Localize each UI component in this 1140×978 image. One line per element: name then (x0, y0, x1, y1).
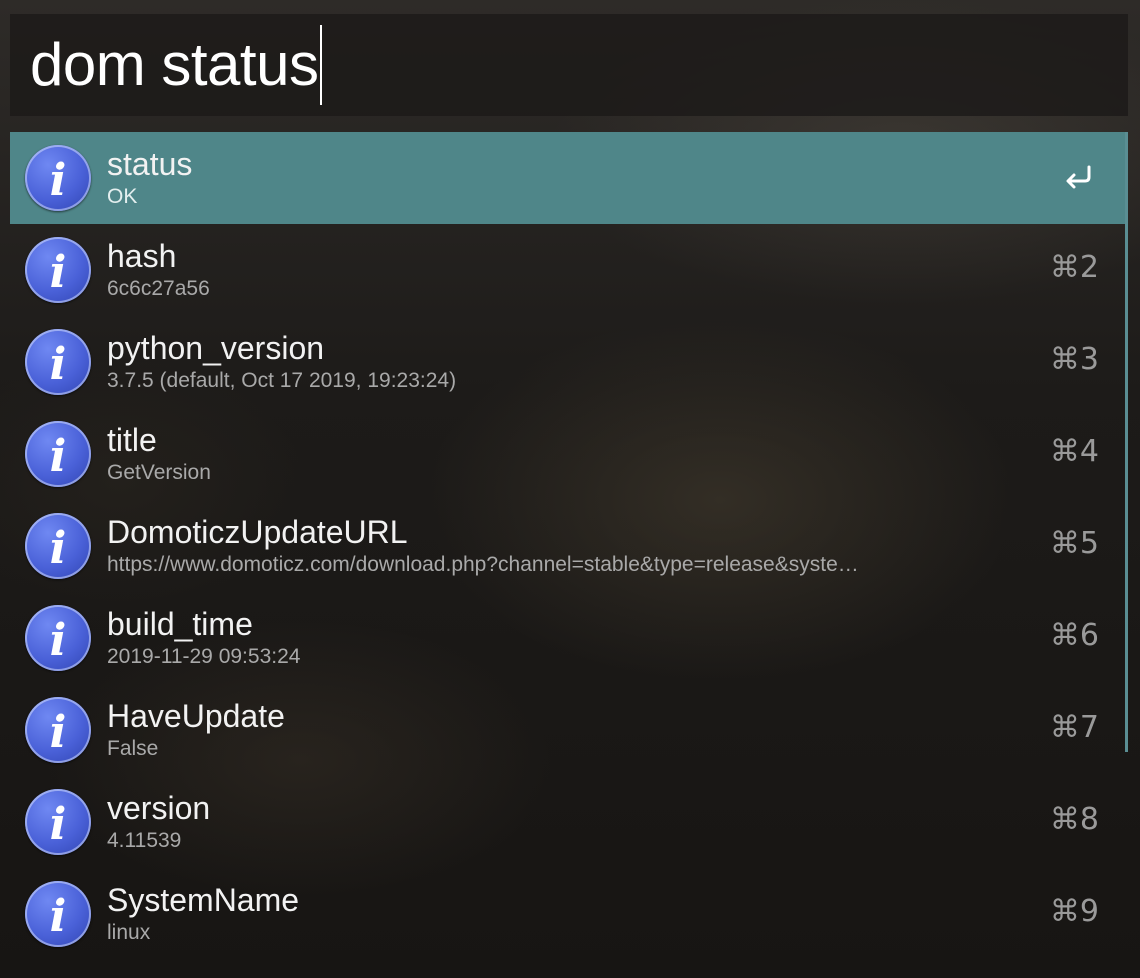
svg-text:i: i (50, 615, 67, 666)
shortcut-hint: ⌘7 (1049, 710, 1099, 745)
info-icon: i (25, 513, 91, 579)
result-title: hash (107, 238, 177, 274)
result-row-system-name[interactable]: i SystemName linux ⌘9 (10, 868, 1125, 960)
result-subtitle: linux (107, 921, 151, 944)
result-title: title (107, 422, 157, 458)
result-row-version[interactable]: i version 4.11539 ⌘8 (10, 776, 1125, 868)
svg-text:i: i (50, 799, 67, 850)
result-row-hash[interactable]: i hash 6c6c27a56 ⌘2 (10, 224, 1125, 316)
info-icon: i (25, 329, 91, 395)
result-title: version (107, 790, 211, 826)
result-title: SystemName (107, 882, 300, 918)
scrollbar[interactable] (1125, 132, 1128, 752)
result-subtitle: 6c6c27a56 (107, 277, 210, 300)
result-title: DomoticzUpdateURL (107, 514, 408, 550)
result-subtitle: False (107, 737, 159, 760)
result-row-have-update[interactable]: i HaveUpdate False ⌘7 (10, 684, 1125, 776)
result-row-build-time[interactable]: i build_time 2019-11-29 09:53:24 ⌘6 (10, 592, 1125, 684)
result-subtitle: https://www.domoticz.com/download.php?ch… (107, 553, 859, 576)
result-title: HaveUpdate (107, 698, 285, 734)
svg-text:i: i (50, 891, 67, 942)
info-icon: i (25, 697, 91, 763)
svg-text:i: i (50, 155, 67, 206)
shortcut-hint: ⌘4 (1049, 434, 1099, 469)
result-subtitle: 2019-11-29 09:53:24 (107, 645, 301, 668)
info-icon: i (25, 421, 91, 487)
result-title: build_time (107, 606, 253, 642)
info-icon: i (25, 881, 91, 947)
info-icon: i (25, 237, 91, 303)
info-icon: i (25, 145, 91, 211)
svg-text:i: i (50, 339, 67, 390)
text-caret (320, 25, 323, 105)
result-row-domoticz-update-url[interactable]: i DomoticzUpdateURL https://www.domoticz… (10, 500, 1125, 592)
result-row-python-version[interactable]: i python_version 3.7.5 (default, Oct 17 … (10, 316, 1125, 408)
result-row-title[interactable]: i title GetVersion ⌘4 (10, 408, 1125, 500)
svg-text:i: i (50, 247, 67, 298)
shortcut-hint: ⌘5 (1049, 526, 1099, 561)
result-subtitle: GetVersion (107, 461, 211, 484)
result-subtitle: 3.7.5 (default, Oct 17 2019, 19:23:24) (107, 369, 457, 392)
shortcut-hint: ⌘9 (1049, 894, 1099, 929)
search-input[interactable]: dom status (30, 35, 319, 95)
result-subtitle: 4.11539 (107, 829, 182, 852)
shortcut-hint: ⌘2 (1049, 250, 1099, 285)
result-title: python_version (107, 330, 325, 366)
shortcut-hint: ⌘3 (1049, 342, 1099, 377)
return-icon (1066, 165, 1091, 189)
info-icon: i (25, 789, 91, 855)
result-subtitle: OK (107, 185, 138, 208)
result-title: status (107, 146, 193, 182)
result-row-status[interactable]: i status OK (10, 132, 1125, 224)
svg-text:i: i (50, 431, 67, 482)
shortcut-hint: ⌘8 (1049, 802, 1099, 837)
search-bar[interactable]: dom status (10, 14, 1128, 116)
info-icon: i (25, 605, 91, 671)
svg-text:i: i (50, 523, 67, 574)
results-list: i status OK i hash 6c6c27a56 ⌘2 i python… (10, 132, 1128, 962)
shortcut-hint: ⌘6 (1049, 618, 1099, 653)
svg-text:i: i (50, 707, 67, 758)
